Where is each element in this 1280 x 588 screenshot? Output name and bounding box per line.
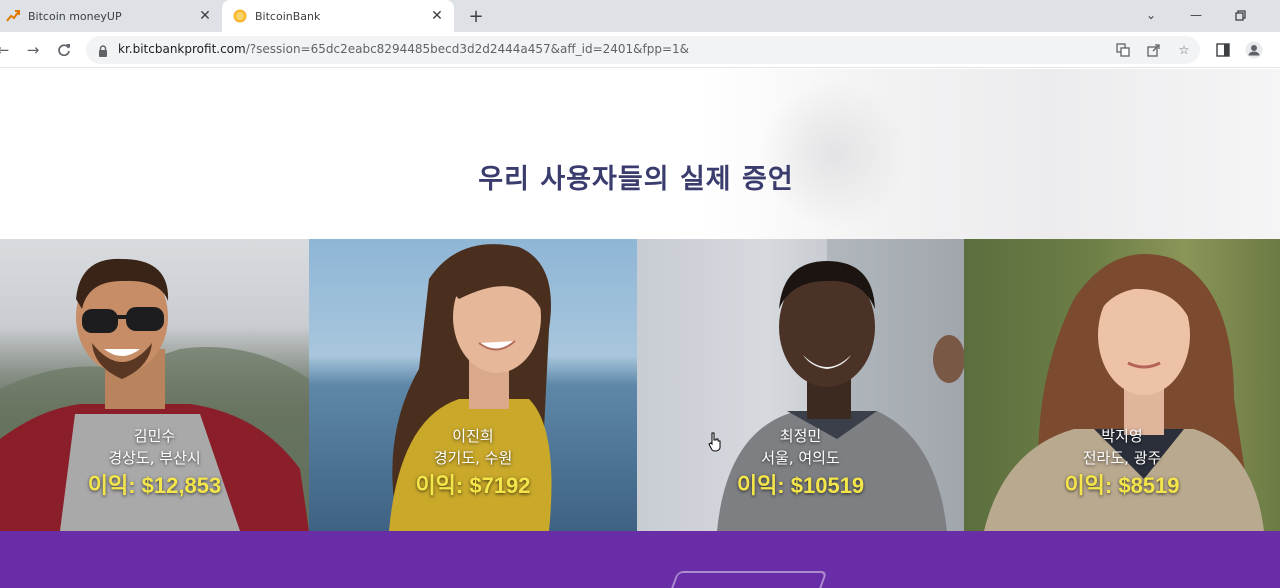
tab-strip: Bitcoin moneyUP ✕ BitcoinBank ✕ + ⌄ —: [0, 0, 1280, 32]
browser-toolbar: ← → kr.bitcbankprofit.com/?session=65dc2…: [0, 32, 1280, 68]
share-icon[interactable]: [1146, 42, 1162, 58]
tab-search-chevron-icon[interactable]: ⌄: [1139, 4, 1163, 26]
testimonial-location: 서울, 여의도: [761, 449, 840, 467]
testimonial-location: 경상도, 부산시: [108, 449, 201, 467]
tab-bitcoinbank[interactable]: BitcoinBank ✕: [222, 0, 454, 32]
webpage: 우리 사용자들의 실제 증언 김민수 경상도, 부산시 이익: $12,853 …: [0, 69, 1280, 588]
forward-arrow-icon[interactable]: →: [22, 39, 44, 61]
decorative-shape: [666, 571, 828, 588]
testimonial-card: 이진희 경기도, 수원 이익: $7192: [309, 239, 637, 531]
testimonial-caption: 최정민 서울, 여의도 이익: $10519: [637, 425, 964, 501]
back-arrow-icon[interactable]: ←: [0, 39, 14, 61]
testimonial-profit: 이익: $10519: [736, 473, 865, 498]
testimonial-card: 김민수 경상도, 부산시 이익: $12,853: [0, 239, 309, 531]
hero-background: [700, 69, 1280, 241]
testimonial-caption: 이진희 경기도, 수원 이익: $7192: [309, 425, 637, 501]
tab-title: BitcoinBank: [255, 9, 321, 23]
fabric-fold: [760, 79, 910, 229]
reload-icon[interactable]: [53, 39, 75, 61]
section-title: 우리 사용자들의 실제 증언: [478, 164, 794, 195]
bitcoin-coin-icon: [233, 9, 247, 23]
close-tab-icon[interactable]: ✕: [428, 7, 446, 25]
testimonial-caption: 박지영 전라도, 광주 이익: $8519: [964, 425, 1280, 501]
minimize-icon[interactable]: —: [1184, 4, 1208, 26]
tab-title: Bitcoin moneyUP: [28, 9, 122, 23]
testimonial-name: 박지영: [1101, 427, 1143, 445]
testimonial-name: 김민수: [133, 427, 176, 445]
side-panel-icon[interactable]: [1214, 41, 1232, 59]
translate-icon[interactable]: [1115, 42, 1131, 58]
bookmark-star-icon[interactable]: ☆: [1176, 42, 1192, 58]
chart-up-icon: [6, 9, 20, 23]
profile-avatar-icon[interactable]: [1245, 41, 1263, 59]
tab-bitcoin-moneyup[interactable]: Bitcoin moneyUP ✕: [0, 0, 222, 32]
testimonial-location: 경기도, 수원: [433, 449, 513, 467]
testimonial-name: 최정민: [779, 427, 822, 445]
testimonial-card: 최정민 서울, 여의도 이익: $10519: [637, 239, 964, 531]
testimonial-profit: 이익: $12,853: [87, 473, 222, 498]
testimonial-name: 이진희: [452, 427, 494, 445]
close-tab-icon[interactable]: ✕: [196, 7, 214, 25]
purple-footer-band: [0, 531, 1280, 588]
restore-icon[interactable]: [1228, 4, 1252, 26]
hand-cursor-icon: [708, 432, 721, 452]
new-tab-button[interactable]: +: [466, 6, 486, 27]
testimonial-card: 박지영 전라도, 광주 이익: $8519: [964, 239, 1280, 531]
testimonial-profit: 이익: $7192: [415, 473, 531, 498]
testimonial-location: 전라도, 광주: [1082, 449, 1162, 467]
address-bar[interactable]: kr.bitcbankprofit.com/?session=65dc2eabc…: [86, 36, 1200, 64]
testimonials-row: 김민수 경상도, 부산시 이익: $12,853 이진희 경기도, 수원 이익:…: [0, 239, 1280, 531]
testimonial-caption: 김민수 경상도, 부산시 이익: $12,853: [0, 425, 309, 501]
url-host: kr.bitcbankprofit.com: [118, 42, 246, 56]
url-query: /?session=65dc2eabc8294485becd3d2d2444a4…: [245, 42, 690, 56]
url-text: kr.bitcbankprofit.com/?session=65dc2eabc…: [118, 42, 689, 56]
lock-icon[interactable]: [96, 43, 110, 57]
testimonial-profit: 이익: $8519: [1064, 473, 1180, 498]
